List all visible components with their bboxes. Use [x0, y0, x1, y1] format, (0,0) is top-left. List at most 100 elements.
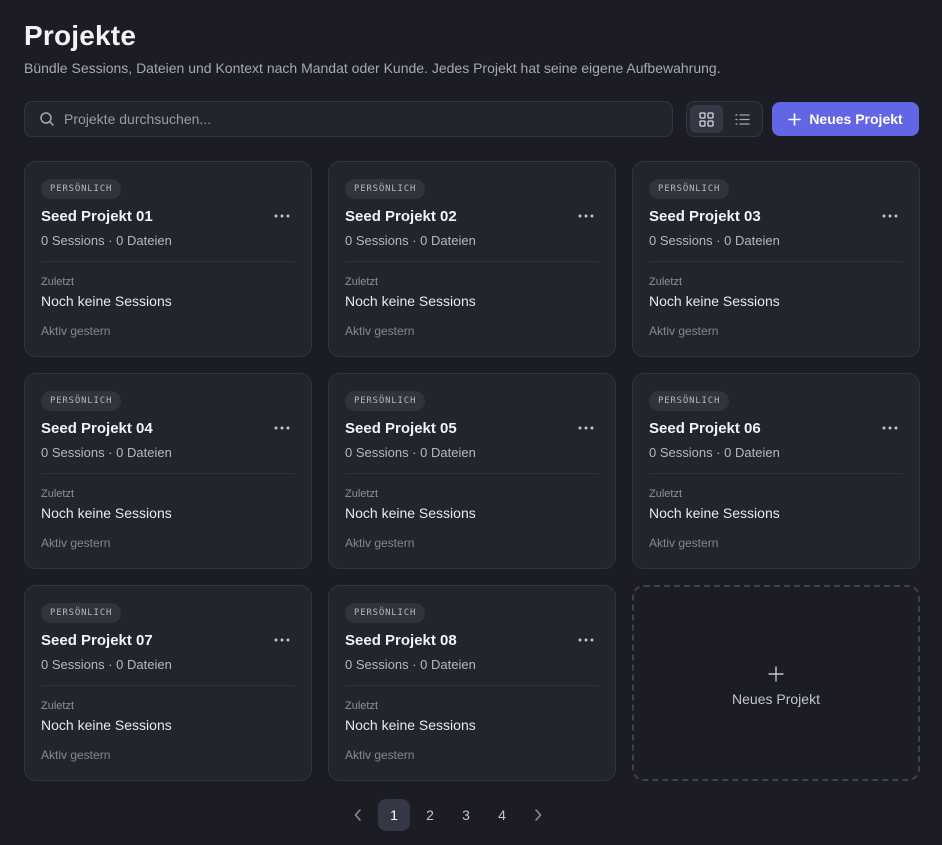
more-horizontal-icon [274, 426, 290, 430]
new-project-card[interactable]: Neues Projekt [632, 585, 920, 781]
project-stats: 0 Sessions · 0 Dateien [345, 233, 476, 248]
more-horizontal-icon [578, 214, 594, 218]
project-name: Seed Projekt 05 [345, 420, 457, 437]
recent-label: Zuletzt [649, 276, 683, 288]
project-name: Seed Projekt 03 [649, 208, 761, 225]
recent-label: Zuletzt [41, 700, 75, 712]
recent-label: Zuletzt [345, 700, 379, 712]
activity-status: Aktiv gestern [345, 536, 415, 550]
project-name: Seed Projekt 04 [41, 420, 153, 437]
card-divider [649, 261, 903, 262]
project-scope-badge: PERSÖNLICH [41, 603, 122, 623]
recent-session: Noch keine Sessions [41, 293, 172, 309]
activity-status: Aktiv gestern [649, 536, 719, 550]
more-options-button[interactable] [271, 208, 293, 224]
project-scope-badge: PERSÖNLICH [41, 179, 122, 199]
more-horizontal-icon [274, 214, 290, 218]
pagination: 1234 [342, 799, 558, 831]
recent-session: Noch keine Sessions [345, 505, 476, 521]
card-divider [649, 473, 903, 474]
recent-session: Noch keine Sessions [345, 717, 476, 733]
prev-page-button[interactable] [342, 799, 374, 831]
project-scope-badge: PERSÖNLICH [345, 391, 426, 411]
project-scope-badge: PERSÖNLICH [649, 179, 730, 199]
project-scope-badge: PERSÖNLICH [345, 179, 426, 199]
card-divider [41, 261, 295, 262]
activity-status: Aktiv gestern [41, 536, 111, 550]
card-divider [345, 685, 599, 686]
list-view-icon [735, 113, 750, 125]
card-divider [345, 473, 599, 474]
project-card[interactable]: PERSÖNLICH Seed Projekt 02 0 Sessions · … [328, 161, 616, 357]
card-divider [41, 685, 295, 686]
recent-label: Zuletzt [41, 276, 75, 288]
project-name: Seed Projekt 02 [345, 208, 457, 225]
project-card[interactable]: PERSÖNLICH Seed Projekt 08 0 Sessions · … [328, 585, 616, 781]
more-options-button[interactable] [879, 208, 901, 224]
recent-session: Noch keine Sessions [649, 293, 780, 309]
grid-view-button[interactable] [690, 105, 723, 133]
chevron-right-icon [535, 809, 542, 821]
new-project-button[interactable]: Neues Projekt [772, 102, 919, 136]
project-card[interactable]: PERSÖNLICH Seed Projekt 03 0 Sessions · … [632, 161, 920, 357]
more-horizontal-icon [578, 638, 594, 642]
project-stats: 0 Sessions · 0 Dateien [41, 657, 172, 672]
search-input[interactable] [64, 111, 672, 127]
more-horizontal-icon [882, 426, 898, 430]
card-divider [41, 473, 295, 474]
plus-icon [768, 665, 784, 682]
chevron-left-icon [354, 809, 361, 821]
plus-icon [788, 112, 802, 126]
view-toggle [686, 101, 763, 137]
recent-session: Noch keine Sessions [345, 293, 476, 309]
project-scope-badge: PERSÖNLICH [649, 391, 730, 411]
more-horizontal-icon [882, 214, 898, 218]
page-button[interactable]: 2 [414, 799, 446, 831]
project-stats: 0 Sessions · 0 Dateien [649, 445, 780, 460]
card-divider [345, 261, 599, 262]
activity-status: Aktiv gestern [345, 748, 415, 762]
grid-view-icon [699, 111, 714, 127]
more-options-button[interactable] [271, 632, 293, 648]
more-options-button[interactable] [575, 420, 597, 436]
project-scope-badge: PERSÖNLICH [345, 603, 426, 623]
more-horizontal-icon [274, 638, 290, 642]
more-horizontal-icon [578, 426, 594, 430]
list-view-button[interactable] [726, 105, 759, 133]
activity-status: Aktiv gestern [41, 748, 111, 762]
recent-label: Zuletzt [345, 276, 379, 288]
recent-label: Zuletzt [41, 488, 75, 500]
project-scope-badge: PERSÖNLICH [41, 391, 122, 411]
activity-status: Aktiv gestern [41, 324, 111, 338]
recent-session: Noch keine Sessions [649, 505, 780, 521]
more-options-button[interactable] [575, 208, 597, 224]
activity-status: Aktiv gestern [345, 324, 415, 338]
project-card[interactable]: PERSÖNLICH Seed Projekt 05 0 Sessions · … [328, 373, 616, 569]
project-card[interactable]: PERSÖNLICH Seed Projekt 04 0 Sessions · … [24, 373, 312, 569]
more-options-button[interactable] [575, 632, 597, 648]
activity-status: Aktiv gestern [649, 324, 719, 338]
project-card[interactable]: PERSÖNLICH Seed Projekt 07 0 Sessions · … [24, 585, 312, 781]
more-options-button[interactable] [271, 420, 293, 436]
recent-session: Noch keine Sessions [41, 505, 172, 521]
project-card[interactable]: PERSÖNLICH Seed Projekt 01 0 Sessions · … [24, 161, 312, 357]
page-title: Projekte [24, 20, 137, 51]
page-button[interactable]: 1 [378, 799, 410, 831]
project-name: Seed Projekt 01 [41, 208, 153, 225]
page-button[interactable]: 4 [486, 799, 518, 831]
search-icon [40, 112, 54, 126]
project-stats: 0 Sessions · 0 Dateien [41, 445, 172, 460]
recent-session: Noch keine Sessions [41, 717, 172, 733]
recent-label: Zuletzt [649, 488, 683, 500]
project-card[interactable]: PERSÖNLICH Seed Projekt 06 0 Sessions · … [632, 373, 920, 569]
page-button[interactable]: 3 [450, 799, 482, 831]
next-page-button[interactable] [522, 799, 554, 831]
more-options-button[interactable] [879, 420, 901, 436]
search-bar[interactable] [24, 101, 673, 137]
project-stats: 0 Sessions · 0 Dateien [345, 445, 476, 460]
new-project-label: Neues Projekt [809, 111, 903, 127]
project-stats: 0 Sessions · 0 Dateien [345, 657, 476, 672]
project-stats: 0 Sessions · 0 Dateien [649, 233, 780, 248]
project-name: Seed Projekt 06 [649, 420, 761, 437]
recent-label: Zuletzt [345, 488, 379, 500]
